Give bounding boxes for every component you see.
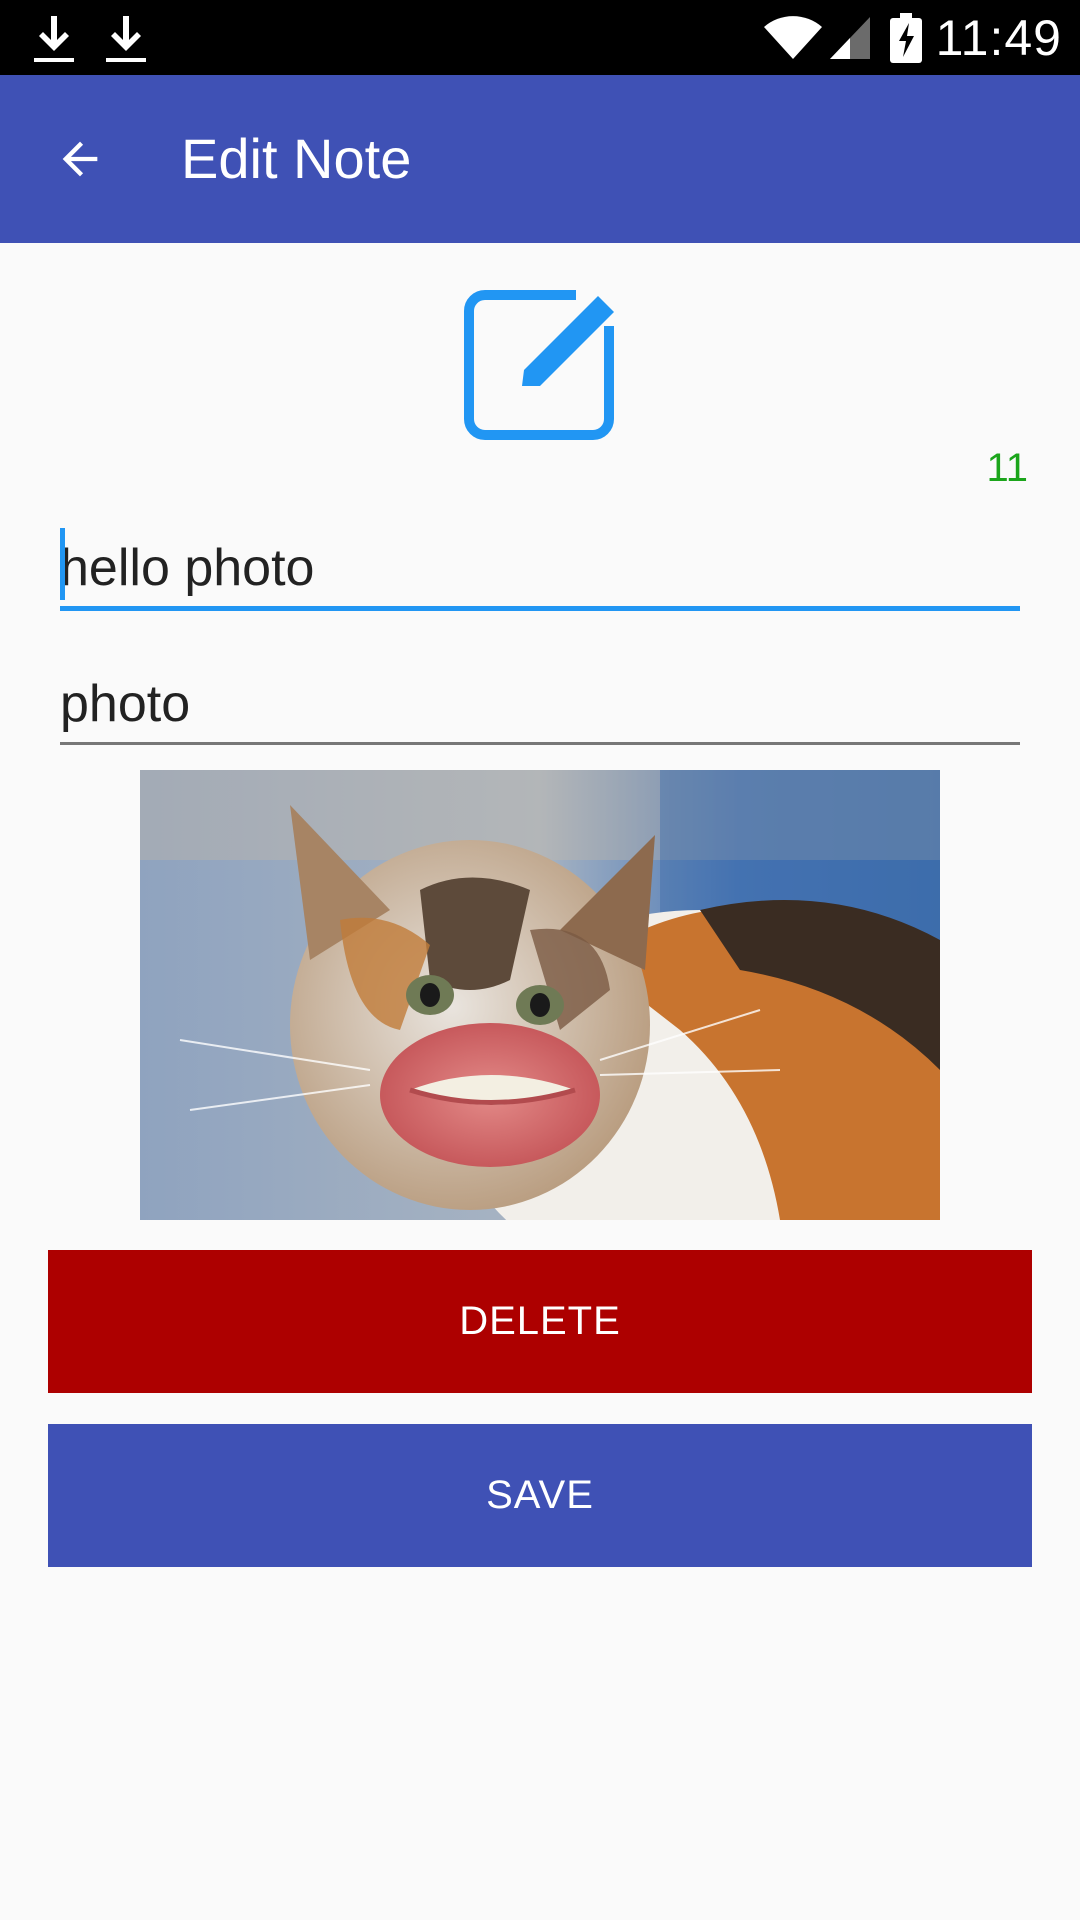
- signal-icon: [829, 16, 870, 59]
- text-cursor: [60, 528, 65, 600]
- app-bar: Edit Note: [0, 75, 1080, 243]
- delete-button[interactable]: DELETE: [48, 1250, 1032, 1393]
- save-button[interactable]: SAVE: [48, 1424, 1032, 1567]
- back-button[interactable]: [40, 119, 120, 199]
- description-input-underline: [60, 742, 1020, 745]
- title-input[interactable]: [60, 536, 1020, 600]
- description-input[interactable]: [60, 672, 1020, 736]
- arrow-back-icon: [62, 141, 98, 177]
- wifi-icon: [763, 15, 822, 59]
- note-photo[interactable]: [140, 770, 940, 1220]
- download-icon: [34, 16, 74, 62]
- battery-charging-icon: [889, 12, 922, 63]
- page-title: Edit Note: [181, 127, 412, 190]
- edit-note-icon: [464, 290, 616, 440]
- cat-photo: [140, 770, 940, 1220]
- status-bar: 11:49: [0, 0, 1080, 75]
- character-counter: 11: [986, 446, 1028, 490]
- title-input-underline: [60, 606, 1020, 611]
- status-time: 11:49: [935, 9, 1062, 66]
- download-icon: [106, 16, 146, 62]
